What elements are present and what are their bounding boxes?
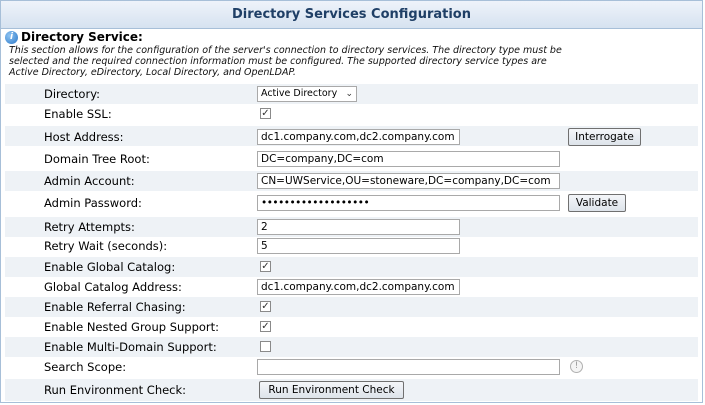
row-directory: Directory: Active Directory ⌄ xyxy=(5,84,698,104)
global-catalog-address-label: Global Catalog Address: xyxy=(44,280,182,294)
hint-icon[interactable]: ! xyxy=(570,360,583,373)
row-enable-referral-chasing: Enable Referral Chasing: ✓ xyxy=(5,297,698,317)
panel-title: Directory Services Configuration xyxy=(1,1,702,29)
enable-nested-group-support-label: Enable Nested Group Support: xyxy=(44,320,220,334)
search-scope-input[interactable] xyxy=(257,359,560,375)
host-address-label: Host Address: xyxy=(44,130,124,144)
enable-multi-domain-support-label: Enable Multi-Domain Support: xyxy=(44,340,217,354)
directory-select-value: Active Directory xyxy=(261,88,338,99)
row-domain-tree-root: Domain Tree Root: DC=company,DC=com xyxy=(5,149,698,169)
run-environment-check-button[interactable]: Run Environment Check xyxy=(259,381,404,399)
row-enable-nested-group-support: Enable Nested Group Support: ✓ xyxy=(5,317,698,337)
retry-wait-input[interactable]: 5 xyxy=(257,238,460,254)
section-heading: i Directory Service: xyxy=(5,30,143,44)
row-run-environment-check: Run Environment Check: Run Environment C… xyxy=(5,379,698,401)
section-heading-text: Directory Service: xyxy=(21,30,143,44)
row-enable-multi-domain-support: Enable Multi-Domain Support: xyxy=(5,337,698,357)
section-description: This section allows for the configuratio… xyxy=(9,45,562,78)
enable-global-catalog-checkbox[interactable]: ✓ xyxy=(260,261,271,272)
admin-password-label: Admin Password: xyxy=(44,196,142,210)
directory-select[interactable]: Active Directory ⌄ xyxy=(257,86,357,102)
row-retry-wait: Retry Wait (seconds): 5 xyxy=(5,236,698,256)
interrogate-button[interactable]: Interrogate xyxy=(568,128,641,146)
row-enable-global-catalog: Enable Global Catalog: ✓ xyxy=(5,257,698,277)
search-scope-label: Search Scope: xyxy=(44,360,127,374)
enable-ssl-label: Enable SSL: xyxy=(44,107,112,121)
row-host-address: Host Address: dc1.company.com,dc2.compan… xyxy=(5,126,698,146)
global-catalog-address-input[interactable]: dc1.company.com,dc2.company.com xyxy=(257,279,460,295)
enable-global-catalog-label: Enable Global Catalog: xyxy=(44,260,176,274)
row-admin-account: Admin Account: CN=UWService,OU=stoneware… xyxy=(5,171,698,191)
retry-wait-label: Retry Wait (seconds): xyxy=(44,239,168,253)
enable-ssl-checkbox[interactable]: ✓ xyxy=(260,108,271,119)
retry-attempts-input[interactable]: 2 xyxy=(257,219,460,235)
domain-tree-root-label: Domain Tree Root: xyxy=(44,152,150,166)
retry-attempts-label: Retry Attempts: xyxy=(44,220,135,234)
run-environment-check-label: Run Environment Check: xyxy=(44,383,187,397)
info-icon: i xyxy=(5,31,18,44)
directory-label: Directory: xyxy=(44,87,101,101)
host-address-input[interactable]: dc1.company.com,dc2.company.com xyxy=(257,129,460,145)
admin-account-input[interactable]: CN=UWService,OU=stoneware,DC=company,DC=… xyxy=(257,173,560,189)
row-search-scope: Search Scope: ! xyxy=(5,357,698,377)
directory-services-panel: Directory Services Configuration i Direct… xyxy=(0,0,703,403)
row-global-catalog-address: Global Catalog Address: dc1.company.com,… xyxy=(5,277,698,297)
row-admin-password: Admin Password: ••••••••••••••••••• Vali… xyxy=(5,193,698,213)
enable-referral-chasing-label: Enable Referral Chasing: xyxy=(44,300,186,314)
enable-referral-chasing-checkbox[interactable]: ✓ xyxy=(260,301,271,312)
validate-button[interactable]: Validate xyxy=(568,194,626,212)
admin-password-input[interactable]: ••••••••••••••••••• xyxy=(257,195,560,211)
domain-tree-root-input[interactable]: DC=company,DC=com xyxy=(257,151,560,167)
row-enable-ssl: Enable SSL: ✓ xyxy=(5,104,698,124)
enable-nested-group-support-checkbox[interactable]: ✓ xyxy=(260,321,271,332)
admin-account-label: Admin Account: xyxy=(44,174,135,188)
chevron-down-icon: ⌄ xyxy=(345,89,353,99)
enable-multi-domain-support-checkbox[interactable] xyxy=(260,341,271,352)
row-retry-attempts: Retry Attempts: 2 xyxy=(5,217,698,237)
